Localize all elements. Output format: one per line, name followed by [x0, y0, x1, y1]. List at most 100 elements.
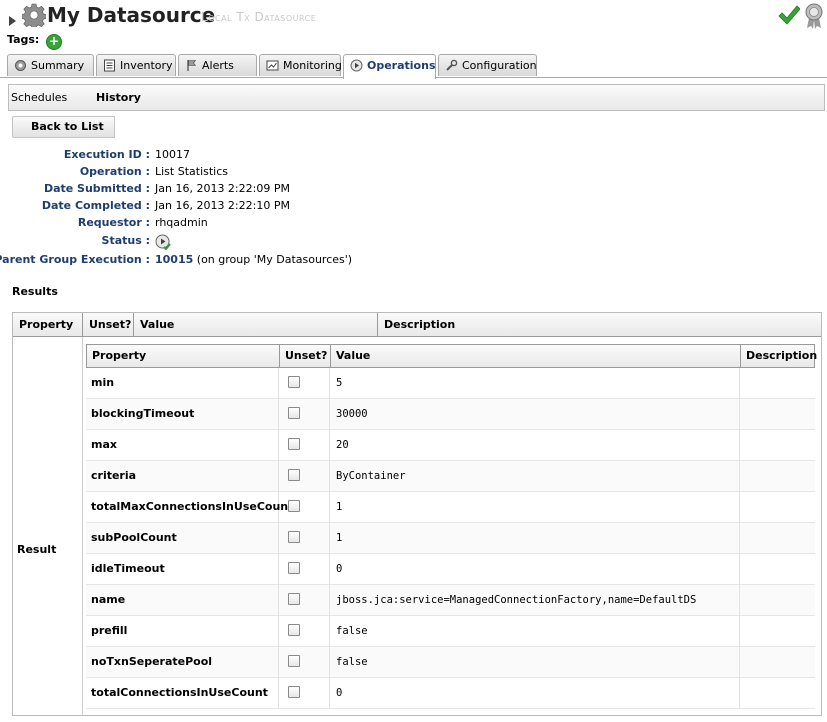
subtab-bar: Schedules History [8, 84, 825, 111]
tab-inventory[interactable]: Inventory [96, 54, 176, 76]
inner-header-property: Property [87, 345, 280, 367]
tab-monitoring[interactable]: Monitoring [259, 54, 342, 76]
wrench-icon [446, 59, 458, 71]
status-success-icon [155, 234, 171, 250]
property-name: noTxnSeperatePool [86, 647, 279, 678]
unset-cell [279, 492, 330, 523]
property-name: prefill [86, 616, 279, 647]
table-row: blockingTimeout 30000 [86, 399, 815, 430]
subtab-history[interactable]: History [96, 91, 141, 104]
date-completed-label: Date Completed : [41, 199, 150, 212]
property-name: idleTimeout [86, 554, 279, 585]
unset-checkbox[interactable] [288, 655, 300, 667]
detail-status: Status : [0, 234, 827, 250]
property-description [740, 461, 815, 492]
date-completed-value: Jan 16, 2013 2:22:10 PM [155, 199, 290, 212]
tab-summary[interactable]: Summary [7, 54, 94, 76]
property-value: ByContainer [330, 461, 740, 492]
property-description [740, 368, 815, 399]
property-value: jboss.jca:service=ManagedConnectionFacto… [330, 585, 740, 616]
unset-checkbox[interactable] [288, 593, 300, 605]
flag-icon [187, 60, 197, 71]
property-description [740, 492, 815, 523]
property-value: false [330, 616, 740, 647]
add-tag-icon[interactable]: + [46, 34, 62, 50]
parent-group-link[interactable]: 10015 [155, 253, 193, 266]
unset-checkbox[interactable] [288, 438, 300, 450]
table-row: criteria ByContainer [86, 461, 815, 492]
property-value: 1 [330, 523, 740, 554]
outer-header-value: Value [134, 313, 378, 337]
property-description [740, 430, 815, 461]
property-value: false [330, 647, 740, 678]
back-to-list-button[interactable]: Back to List [12, 116, 115, 138]
status-label: Status : [101, 234, 150, 247]
inner-header-description: Description [746, 349, 818, 362]
tab-operations[interactable]: Operations [343, 54, 436, 79]
unset-checkbox[interactable] [288, 407, 300, 419]
detail-date-submitted: Date Submitted : Jan 16, 2013 2:22:09 PM [0, 182, 827, 196]
property-description [740, 554, 815, 585]
property-name: min [86, 368, 279, 399]
inventory-icon [104, 59, 115, 72]
date-submitted-label: Date Submitted : [43, 182, 150, 195]
property-description [740, 678, 815, 709]
table-row: idleTimeout 0 [86, 554, 815, 585]
table-row: totalMaxConnectionsInUseCount 1 [86, 492, 815, 523]
parent-group-value: 10015 (on group 'My Datasources') [155, 253, 353, 266]
expand-arrow-icon[interactable] [9, 16, 16, 26]
table-row: min 5 [86, 368, 815, 399]
detail-operation: Operation : List Statistics [0, 165, 827, 179]
unset-cell [279, 585, 330, 616]
parent-group-label: Parent Group Execution : [0, 253, 150, 266]
outer-header-description: Description [384, 318, 456, 331]
unset-cell [279, 399, 330, 430]
detail-parent-group-execution: Parent Group Execution : 10015 (on group… [0, 253, 827, 267]
unset-cell [279, 430, 330, 461]
property-name: criteria [86, 461, 279, 492]
property-value: 0 [330, 678, 740, 709]
table-row: noTxnSeperatePool false [86, 647, 815, 678]
table-row: max 20 [86, 430, 815, 461]
unset-checkbox[interactable] [288, 562, 300, 574]
property-description [740, 585, 815, 616]
tags-label: Tags: [7, 33, 40, 46]
monitor-icon [266, 60, 279, 71]
tab-configuration[interactable]: Configuration [438, 54, 537, 76]
table-row: prefill false [86, 616, 815, 647]
availability-check-icon [778, 5, 800, 25]
unset-cell [279, 368, 330, 399]
unset-checkbox[interactable] [288, 376, 300, 388]
property-name: name [86, 585, 279, 616]
page-title: My Datasource [47, 3, 216, 27]
property-name: subPoolCount [86, 523, 279, 554]
badge-icon [805, 3, 823, 29]
property-value: 1 [330, 492, 740, 523]
unset-cell [279, 554, 330, 585]
unset-checkbox[interactable] [288, 531, 300, 543]
gear-icon [15, 60, 26, 71]
unset-checkbox[interactable] [288, 469, 300, 481]
property-name: blockingTimeout [86, 399, 279, 430]
detail-date-completed: Date Completed : Jan 16, 2013 2:22:10 PM [0, 199, 827, 213]
property-description [740, 647, 815, 678]
gear-icon [22, 3, 46, 27]
execution-id-label: Execution ID : [63, 148, 150, 161]
table-row: name jboss.jca:service=ManagedConnection… [86, 585, 815, 616]
property-value: 5 [330, 368, 740, 399]
property-value: 0 [330, 554, 740, 585]
property-description [740, 399, 815, 430]
requestor-value: rhqadmin [155, 216, 208, 229]
outer-header-unset: Unset? [83, 313, 134, 337]
unset-checkbox[interactable] [288, 686, 300, 698]
tab-alerts[interactable]: Alerts [178, 54, 257, 76]
subtab-schedules[interactable]: Schedules [11, 91, 67, 104]
unset-cell [279, 461, 330, 492]
results-heading: Results [12, 285, 58, 298]
outer-result-cell: Result [13, 337, 83, 715]
play-icon [350, 59, 363, 72]
result-label: Result [17, 543, 57, 556]
unset-checkbox[interactable] [288, 624, 300, 636]
detail-requestor: Requestor : rhqadmin [0, 216, 827, 230]
unset-checkbox[interactable] [288, 500, 300, 512]
